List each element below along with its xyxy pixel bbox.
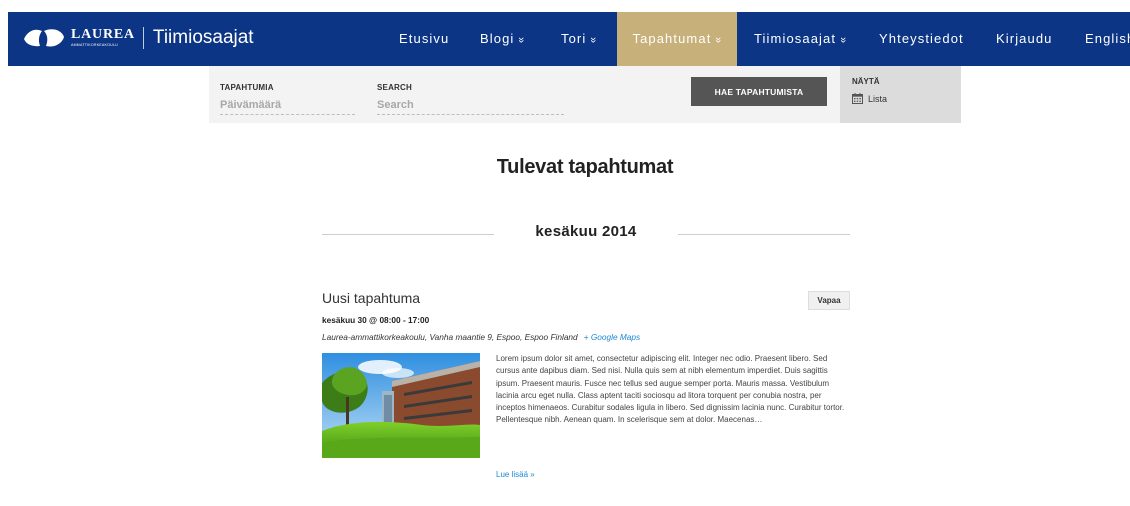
event-search-bar: TAPAHTUMIA SEARCH HAE TAPAHTUMISTA NÄYTÄ… <box>209 66 961 123</box>
nav-item-tiimiosaajat[interactable]: Tiimiosaajat» <box>754 12 849 66</box>
event-datetime: kesäkuu 30 @ 08:00 - 17:00 <box>322 315 430 325</box>
nav-item-english[interactable]: English <box>1085 12 1130 66</box>
view-selector: NÄYTÄ Lista <box>840 66 961 123</box>
search-input[interactable] <box>377 99 564 115</box>
nav-item-label: Etusivu <box>399 31 450 46</box>
event-price-badge: Vapaa <box>808 291 850 310</box>
calendar-icon <box>852 93 863 104</box>
month-heading: kesäkuu 2014 <box>535 223 637 240</box>
divider <box>322 234 494 235</box>
month-separator: kesäkuu 2014 <box>322 223 850 245</box>
google-maps-link[interactable]: + Google Maps <box>584 332 641 342</box>
nav-item-blogi[interactable]: Blogi» <box>480 12 527 66</box>
nav-item-label: Yhteystiedot <box>879 31 964 46</box>
chevron-down-icon: » <box>837 36 850 44</box>
chevron-down-icon: » <box>587 36 600 44</box>
nav-item-label: Kirjaudu <box>996 31 1053 46</box>
event-venue: Laurea-ammattikorkeakoulu, Vanha maantie… <box>322 332 640 342</box>
nav-item-kirjaudu[interactable]: Kirjaudu <box>996 12 1053 66</box>
event-photo-building <box>322 353 480 458</box>
search-label: SEARCH <box>377 83 412 92</box>
nav-item-tapahtumat[interactable]: Tapahtumat» <box>617 12 737 66</box>
event-venue-text: Laurea-ammattikorkeakoulu, Vanha maantie… <box>322 332 578 342</box>
read-more-link[interactable]: Lue lisää » <box>496 470 535 479</box>
event-description: Lorem ipsum dolor sit amet, consectetur … <box>496 354 845 425</box>
event-title[interactable]: Uusi tapahtuma <box>322 290 420 306</box>
nav-item-etusivu[interactable]: Etusivu <box>399 12 449 66</box>
nav-item-tori[interactable]: Tori» <box>561 12 599 66</box>
view-label: NÄYTÄ <box>852 77 880 86</box>
nav-item-yhteystiedot[interactable]: Yhteystiedot <box>879 12 964 66</box>
divider <box>678 234 850 235</box>
top-navigation-bar: LAUREA AMMATTIKORKEAKOULU Tiimiosaajat E… <box>8 12 1130 66</box>
main-nav: Etusivu Blogi» Tori» Tapahtumat» Tiimios… <box>8 12 1130 66</box>
nav-item-label: English <box>1085 31 1130 46</box>
view-option-label: Lista <box>868 93 888 104</box>
search-events-button[interactable]: HAE TAPAHTUMISTA <box>691 77 827 106</box>
date-filter: TAPAHTUMIA <box>220 77 355 115</box>
page-title: Tulevat tapahtumat <box>496 156 674 178</box>
view-option-list[interactable]: Lista <box>852 93 887 104</box>
date-filter-label: TAPAHTUMIA <box>220 83 274 92</box>
date-input[interactable] <box>220 99 355 115</box>
chevron-down-icon: » <box>515 36 528 44</box>
event-image[interactable] <box>322 353 480 458</box>
keyword-filter: SEARCH <box>377 77 564 115</box>
chevron-down-icon: » <box>712 36 725 44</box>
